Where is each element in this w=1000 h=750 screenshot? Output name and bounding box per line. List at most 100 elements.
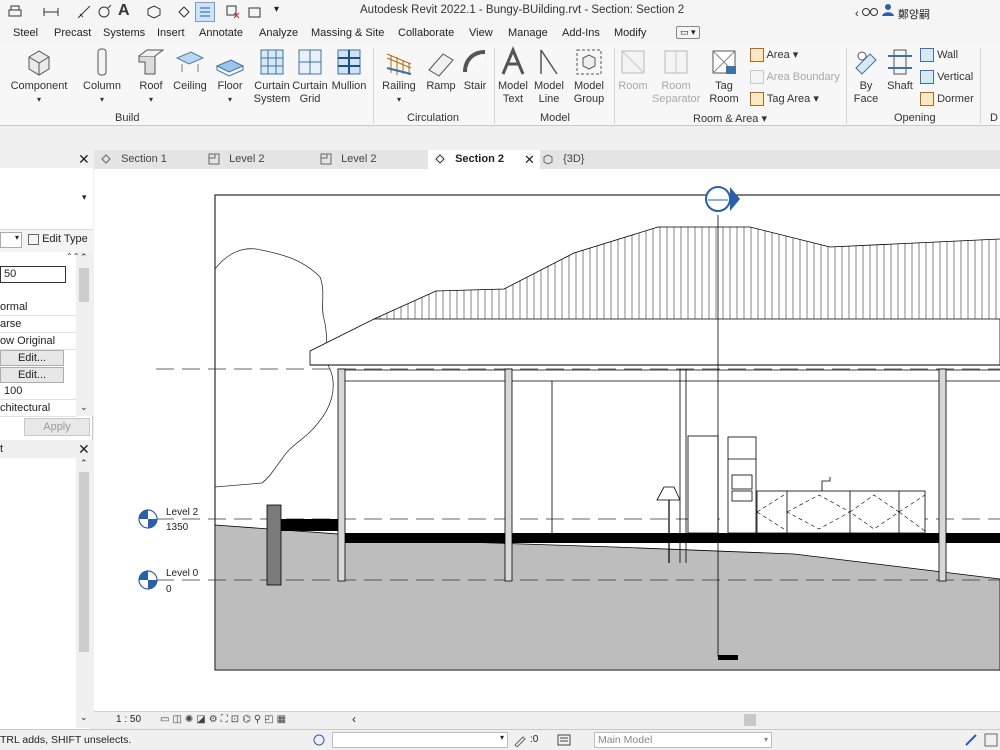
roof-slab[interactable] <box>309 318 1000 366</box>
tab-view[interactable]: View <box>469 27 493 39</box>
ground-section[interactable] <box>214 524 1000 671</box>
text-tool-button[interactable]: A <box>118 2 130 20</box>
scroll-thumb[interactable] <box>79 268 89 302</box>
measure-icon[interactable] <box>42 3 60 21</box>
edit-button[interactable]: Edit... <box>0 367 64 383</box>
scroll-up-icon[interactable]: ⌃ <box>80 458 88 469</box>
user-icon[interactable] <box>881 3 895 17</box>
tab-level-2[interactable]: Level 2 <box>208 150 318 169</box>
property-value[interactable]: chitectural <box>0 400 76 417</box>
tab-collaborate[interactable]: Collaborate <box>398 27 454 39</box>
sun-path-icon[interactable]: ✺ <box>185 714 196 725</box>
analytical-icon[interactable]: ▦ <box>277 714 289 725</box>
room-area-panel-label[interactable]: Room & Area ▾ <box>693 112 767 125</box>
workset-dropdown[interactable]: ▾ <box>332 732 508 748</box>
fridge[interactable] <box>687 435 719 534</box>
type-selector[interactable]: ▾ <box>0 168 93 230</box>
selection-option-icon[interactable] <box>964 733 978 747</box>
component-button[interactable]: Component ▾ <box>8 46 70 106</box>
room-button[interactable]: Room <box>614 46 652 93</box>
faucet[interactable] <box>821 477 831 491</box>
level-0-name[interactable]: Level 0 <box>166 568 199 579</box>
view-controls[interactable]: ▭◫✺◪⚙⛶⊡⌬⚲◰▦ <box>160 714 289 725</box>
level-2-elevation[interactable]: 1350 <box>166 522 189 533</box>
area-button[interactable]: Area ▾ <box>750 48 798 63</box>
shaft-button[interactable]: Shaft <box>884 46 916 93</box>
scroll-down-icon[interactable]: ⌄ <box>80 712 88 723</box>
tag-icon[interactable] <box>96 3 114 21</box>
collapse-group-icon[interactable]: ⌃⌃ <box>66 252 79 261</box>
scroll-down-icon[interactable]: ⌄ <box>80 402 88 413</box>
close-hidden-icon[interactable] <box>224 3 242 21</box>
tab-manage[interactable]: Manage <box>508 27 548 39</box>
worksharing-icon[interactable] <box>312 733 326 747</box>
reveal-hidden-icon[interactable]: ◰ <box>264 714 276 725</box>
retaining-post[interactable] <box>266 504 282 586</box>
view-scale-input[interactable]: 50 <box>0 266 66 283</box>
floor-slab-left[interactable] <box>280 519 340 531</box>
ceiling-button[interactable]: Ceiling <box>172 46 208 93</box>
browser-scrollbar[interactable]: ⌃ ⌄ <box>76 458 93 728</box>
model-text-button[interactable]: Model Text <box>496 46 530 106</box>
show-crop-icon[interactable]: ⊡ <box>231 714 242 725</box>
property-value[interactable]: ow Original <box>0 333 76 350</box>
properties-close-button[interactable]: ✕ <box>78 151 90 168</box>
detail-level-icon[interactable]: ▭ <box>160 714 172 725</box>
view-scale[interactable]: 1 : 50 <box>116 714 141 725</box>
dimension-icon[interactable] <box>75 3 93 21</box>
editable-icon[interactable] <box>513 733 527 747</box>
tab-level-2-ceiling[interactable]: Level 2 <box>320 150 428 169</box>
curtain-system-button[interactable]: Curtain System <box>252 46 292 106</box>
property-value[interactable]: 100 <box>0 383 76 400</box>
tag-room-button[interactable]: Tag Room <box>704 46 744 106</box>
curtain-grid-button[interactable]: Curtain Grid <box>292 46 328 106</box>
column-button[interactable]: Column ▾ <box>78 46 126 106</box>
level-2-name[interactable]: Level 2 <box>166 507 199 518</box>
tab-massing-site[interactable]: Massing & Site <box>311 27 384 39</box>
model-group-button[interactable]: Model Group <box>570 46 608 106</box>
user-area[interactable]: ‹ 鄭양嗣 <box>855 3 930 22</box>
crop-view-icon[interactable]: ⛶ <box>221 714 231 725</box>
thin-lines-icon[interactable] <box>195 2 215 22</box>
lock-view-icon[interactable]: ⌬ <box>242 714 254 725</box>
render-icon[interactable]: ⚙ <box>209 714 221 725</box>
by-face-button[interactable]: By Face <box>850 46 882 106</box>
design-option-dropdown[interactable]: Main Model ▾ <box>594 732 772 748</box>
project-browser-close-button[interactable]: ✕ <box>78 441 90 458</box>
temporary-hide-icon[interactable]: ⚲ <box>254 714 264 725</box>
tab-section-2[interactable]: Section 2 ✕ <box>428 150 540 169</box>
user-name[interactable]: 鄭양嗣 <box>898 6 930 22</box>
binoculars-icon[interactable] <box>861 3 878 17</box>
section-icon[interactable] <box>175 3 193 21</box>
drawing-canvas[interactable]: Level 2 1350 Level 0 0 <box>94 169 1000 711</box>
wall-opening-button[interactable]: Wall <box>920 48 958 62</box>
floor-lamp[interactable] <box>656 486 681 501</box>
scroll-thumb[interactable] <box>79 472 89 652</box>
roof-ridge[interactable] <box>373 226 1000 320</box>
model-line-button[interactable]: Model Line <box>532 46 566 106</box>
tab-modify[interactable]: Modify <box>614 27 646 39</box>
room-separator-button[interactable]: Room Separator <box>652 46 700 106</box>
column[interactable] <box>938 368 947 582</box>
tab-analyze[interactable]: Analyze <box>259 27 298 39</box>
property-value[interactable]: ormal <box>0 299 76 316</box>
back-icon[interactable]: ‹ <box>855 8 859 20</box>
shadows-icon[interactable]: ◪ <box>196 714 208 725</box>
contextual-tab-dropdown[interactable]: ▭ ▾ <box>676 26 700 39</box>
property-value[interactable]: arse <box>0 316 76 333</box>
properties-scrollbar[interactable]: ⌃ ⌄ <box>76 252 93 416</box>
floor-button[interactable]: Floor ▾ <box>212 46 248 106</box>
tab-3d[interactable]: {3D} <box>542 150 622 169</box>
mullion-button[interactable]: Mullion <box>330 46 368 93</box>
scroll-left-icon[interactable]: ‹ <box>352 712 356 726</box>
filter-icon[interactable] <box>557 733 571 747</box>
apply-button[interactable]: Apply <box>24 418 90 436</box>
tree-outline[interactable] <box>214 248 334 488</box>
tab-add-ins[interactable]: Add-Ins <box>562 27 600 39</box>
ramp-button[interactable]: Ramp <box>424 46 458 93</box>
instance-filter-dropdown[interactable]: ▾ <box>0 232 22 248</box>
area-boundary-button[interactable]: Area Boundary <box>750 70 840 84</box>
stair-button[interactable]: Stair <box>458 46 492 93</box>
edit-type-button[interactable]: Edit Type <box>28 233 88 245</box>
tab-section-1[interactable]: Section 1 <box>100 150 208 169</box>
